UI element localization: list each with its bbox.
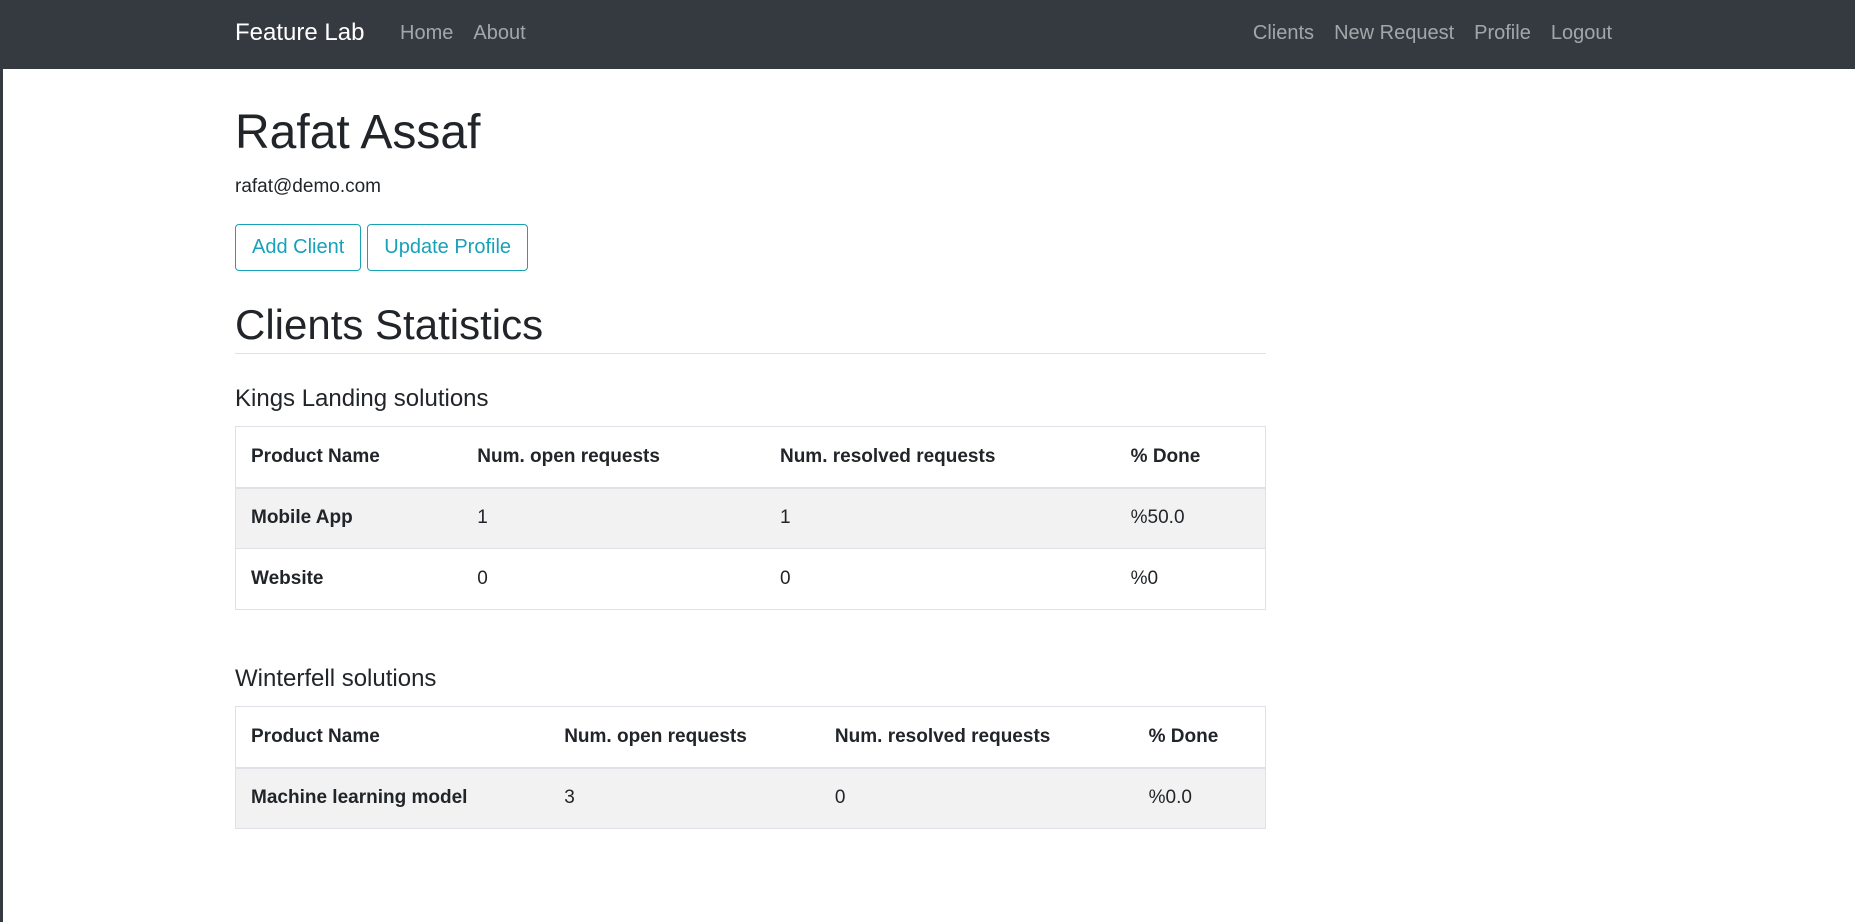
column-header: Num. resolved requests bbox=[764, 426, 1116, 489]
table-row: Website 0 0 %0 bbox=[235, 548, 1266, 610]
profile-email: rafat@demo.com bbox=[235, 176, 382, 197]
product-name-cell: Machine learning model bbox=[235, 767, 550, 829]
top-navbar: Feature Lab Home About Clients New Reque… bbox=[0, 0, 1855, 69]
table-row: Machine learning model 3 0 %0.0 bbox=[235, 767, 1266, 829]
table-row: Mobile App 1 1 %50.0 bbox=[235, 487, 1266, 549]
brand-link[interactable]: Feature Lab bbox=[235, 19, 364, 47]
column-header: Product Name bbox=[235, 706, 550, 769]
client-name: Winterfell solutions bbox=[235, 665, 437, 692]
nav-profile-link[interactable]: Profile bbox=[1474, 22, 1531, 45]
percent-done-cell: %50.0 bbox=[1115, 487, 1266, 549]
table-header-row: Product Name Num. open requests Num. res… bbox=[235, 426, 1266, 489]
clients-statistics-heading: Clients Statistics bbox=[235, 301, 1266, 354]
table-header-row: Product Name Num. open requests Num. res… bbox=[235, 706, 1266, 769]
open-requests-cell: 0 bbox=[462, 548, 765, 610]
nav-right-group: Clients New Request Profile Logout bbox=[1253, 22, 1612, 45]
window-edge bbox=[0, 0, 3, 922]
client-stats-table: Product Name Num. open requests Num. res… bbox=[235, 706, 1266, 829]
client-stats-table: Product Name Num. open requests Num. res… bbox=[235, 426, 1266, 610]
update-profile-button[interactable]: Update Profile bbox=[367, 224, 529, 271]
nav-logout-link[interactable]: Logout bbox=[1551, 22, 1612, 45]
column-header: Num. open requests bbox=[549, 706, 820, 769]
column-header: % Done bbox=[1115, 426, 1266, 489]
open-requests-cell: 3 bbox=[549, 767, 820, 829]
percent-done-cell: %0.0 bbox=[1133, 767, 1266, 829]
nav-clients-link[interactable]: Clients bbox=[1253, 22, 1314, 45]
column-header: Num. resolved requests bbox=[819, 706, 1134, 769]
nav-new-request-link[interactable]: New Request bbox=[1334, 22, 1454, 45]
product-name-cell: Mobile App bbox=[235, 487, 463, 549]
profile-actions: Add Client Update Profile bbox=[235, 224, 1266, 271]
resolved-requests-cell: 0 bbox=[819, 767, 1134, 829]
column-header: Num. open requests bbox=[462, 426, 765, 489]
client-section: Winterfell solutions Product Name Num. o… bbox=[235, 665, 1266, 829]
resolved-requests-cell: 0 bbox=[764, 548, 1116, 610]
nav-left-group: Home About bbox=[400, 22, 526, 45]
column-header: Product Name bbox=[235, 426, 463, 489]
resolved-requests-cell: 1 bbox=[764, 487, 1116, 549]
add-client-button[interactable]: Add Client bbox=[235, 224, 362, 271]
client-name: Kings Landing solutions bbox=[235, 385, 489, 412]
open-requests-cell: 1 bbox=[462, 487, 765, 549]
column-header: % Done bbox=[1133, 706, 1266, 769]
product-name-cell: Website bbox=[235, 548, 463, 610]
main-content: Rafat Assaf rafat@demo.com Add Client Up… bbox=[235, 69, 1266, 829]
client-section: Kings Landing solutions Product Name Num… bbox=[235, 385, 1266, 610]
percent-done-cell: %0 bbox=[1115, 548, 1266, 610]
profile-name: Rafat Assaf bbox=[235, 106, 481, 159]
nav-about-link[interactable]: About bbox=[473, 22, 525, 45]
nav-home-link[interactable]: Home bbox=[400, 22, 453, 45]
